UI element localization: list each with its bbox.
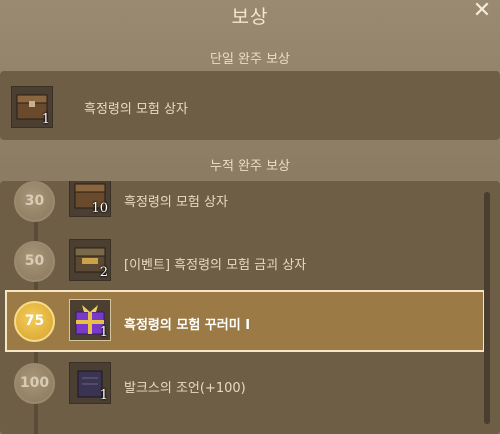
item-name: 흑정령의 모험 상자	[124, 195, 228, 210]
item-name: 흑정령의 모험 상자	[84, 102, 188, 117]
milestone-coin: 75	[14, 301, 55, 342]
gift-box-icon[interactable]: 1	[69, 299, 111, 341]
milestone-coin: 100	[14, 363, 55, 404]
scrollbar-thumb[interactable]	[484, 192, 490, 424]
single-reward-label: 단일 완주 보상	[209, 52, 291, 67]
item-name: [이벤트] 흑정령의 모험 금괴 상자	[124, 258, 307, 273]
panel-title: 보상	[231, 6, 269, 28]
item-quantity: 2	[99, 265, 108, 280]
item-quantity: 10	[91, 201, 108, 216]
cumulative-reward-list[interactable]: 30 10 흑정령의 모험 상자 50 2 [이벤트] 흑정령의 모험 금괴 상…	[0, 181, 500, 434]
item-quantity: 1	[99, 388, 108, 403]
milestone-coin: 50	[14, 241, 55, 282]
close-icon: ✕	[472, 0, 492, 23]
item-name: 발크스의 조언(+100)	[124, 381, 246, 396]
cumulative-reward-label: 누적 완주 보상	[209, 159, 291, 174]
milestone-coin: 30	[14, 181, 55, 222]
reward-panel: 보상 ✕ 단일 완주 보상 1 흑정령의 모험 상자 누적 완주 보상 30 1…	[0, 0, 500, 434]
item-name: 흑정령의 모험 꾸러미 I	[124, 318, 251, 333]
item-quantity: 1	[99, 325, 108, 340]
chest-icon[interactable]: 1	[11, 86, 53, 128]
single-reward-row: 1 흑정령의 모험 상자	[0, 71, 500, 140]
chest-icon[interactable]: 10	[69, 181, 111, 217]
item-quantity: 1	[41, 112, 50, 127]
scroll-icon[interactable]: 1	[69, 362, 111, 404]
scrollbar[interactable]	[484, 192, 490, 424]
close-button[interactable]: ✕	[470, 0, 494, 24]
gold-bar-chest-icon[interactable]: 2	[69, 239, 111, 281]
